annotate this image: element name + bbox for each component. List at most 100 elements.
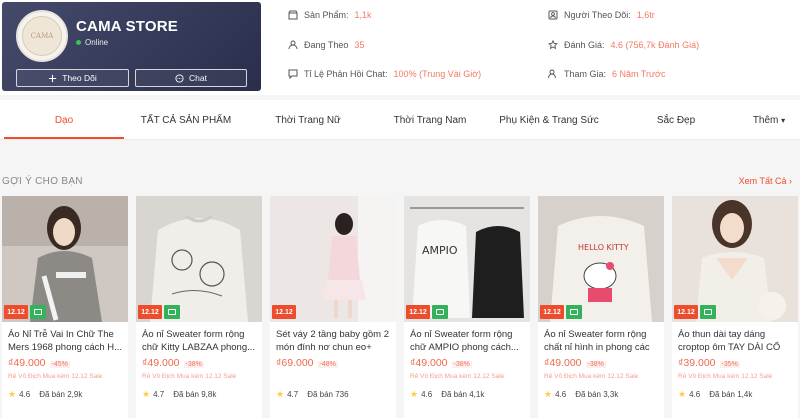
online-status-label: Online [85, 38, 109, 47]
product-rating: 4.6 [555, 390, 567, 399]
mall-badge-icon [566, 305, 582, 319]
product-meta: ★ 4.7 Đã bán 9,8k [142, 389, 216, 400]
product-rating: 4.6 [19, 390, 31, 399]
sale-1212-badge: 12.12 [4, 305, 28, 319]
product-name: Áo nỉ Sweater form rộng chất nỉ hình in … [544, 329, 650, 353]
chat-button-label: Chat [189, 73, 207, 83]
user-icon [288, 40, 298, 50]
svg-text:HELLO KITTY: HELLO KITTY [578, 243, 629, 252]
tab-more[interactable]: Thêm ▾ [740, 100, 798, 140]
see-all-link[interactable]: Xem Tất Cả › [739, 176, 792, 186]
tab-mens-fashion[interactable]: Thời Trang Nam [370, 100, 490, 140]
shop-avatar[interactable]: CAMA [16, 10, 68, 62]
product-tags: Rẻ Vô Địch Mua kèm 12.12 Sale [142, 373, 237, 380]
star-icon: ★ [544, 389, 553, 399]
stat-response: Tỉ Lệ Phản Hồi Chat: 100% (Trung Vài Giờ… [288, 69, 481, 79]
svg-text:AMPIO: AMPIO [422, 244, 458, 257]
sale-1212-badge: 12.12 [406, 305, 430, 319]
tab-beauty[interactable]: Sắc Đẹp [616, 100, 736, 140]
product-tags: Rẻ Vô Địch Mua kèm 12.12 Sale [678, 373, 773, 380]
stat-followers-label: Người Theo Dõi: [564, 10, 631, 20]
stat-rating-label: Đánh Giá: [564, 40, 605, 50]
followers-icon [548, 10, 558, 20]
tab-all-products[interactable]: TẤT CẢ SẢN PHẨM [126, 100, 246, 140]
online-dot-icon [76, 40, 81, 45]
sale-1212-badge: 12.12 [272, 305, 296, 319]
product-name: Áo thun dài tay dáng croptop ôm TAY DÀI … [678, 329, 781, 353]
product-price: ₫49.000 [544, 357, 582, 369]
product-sold: Đã bán 3,3k [575, 390, 619, 399]
product-price: ₫49.000 [8, 357, 46, 369]
chat-button[interactable]: Chat [135, 69, 247, 87]
stat-products: Sản Phẩm: 1,1k [288, 10, 372, 20]
store-icon [288, 10, 298, 20]
product-image: HELLO KITTY [538, 196, 664, 322]
plus-icon [49, 74, 57, 82]
product-tags: Rẻ Vô Địch Mua kèm 12.12 Sale [8, 373, 103, 380]
star-icon: ★ [410, 389, 419, 399]
tab-dao[interactable]: Dạo [4, 100, 124, 140]
star-icon: ★ [276, 389, 285, 399]
shop-name: CAMA STORE [76, 18, 179, 35]
product-price: ₫49.000 [142, 357, 180, 369]
product-price: ₫69.000 [276, 357, 314, 369]
star-icon: ★ [678, 389, 687, 399]
product-price: ₫49.000 [410, 357, 448, 369]
star-icon: ★ [8, 389, 17, 399]
stat-rating: Đánh Giá: 4.6 (756,7k Đánh Giá) [548, 40, 699, 50]
product-rating: 4.7 [153, 390, 165, 399]
product-meta: ★ 4.7 Đã bán 736 [276, 389, 349, 400]
active-tab-indicator [4, 137, 124, 139]
product-card[interactable]: AMPIO 12.12 Áo nỉ Sweater form rộng chữ … [404, 196, 530, 418]
product-rating: 4.7 [287, 390, 299, 399]
product-discount: -38% [585, 361, 606, 368]
product-image: AMPIO [404, 196, 530, 322]
stat-joined: Tham Gia: 6 Năm Trước [548, 69, 665, 79]
section-title: GỢI Ý CHO BẠN [2, 176, 83, 187]
product-card[interactable]: 12.12 Áo Nỉ Trễ Vai In Chữ The Mers 1968… [2, 196, 128, 418]
product-card[interactable]: 12.12 Sét váy 2 tầng baby gồm 2 món đính… [270, 196, 396, 418]
chevron-down-icon: ▾ [781, 116, 786, 125]
product-tags: Rẻ Vô Địch Mua kèm 12.12 Sale [544, 373, 639, 380]
chat-bubble-icon [288, 69, 298, 79]
product-sold: Đã bán 9,8k [173, 390, 217, 399]
mall-badge-icon [432, 305, 448, 319]
product-rating: 4.6 [689, 390, 701, 399]
star-outline-icon [548, 40, 558, 50]
tab-accessories[interactable]: Phụ Kiện & Trang Sức [490, 100, 608, 140]
product-card[interactable]: 12.12 Áo nỉ Sweater form rộng chữ Kitty … [136, 196, 262, 418]
product-name: Áo Nỉ Trễ Vai In Chữ The Mers 1968 phong… [8, 329, 123, 353]
stat-products-value: 1,1k [354, 10, 372, 20]
sale-1212-badge: 12.12 [138, 305, 162, 319]
shop-tabs: Dạo TẤT CẢ SẢN PHẨM Thời Trang Nữ Thời T… [0, 100, 800, 140]
product-price-row: ₫39.000 -35% [678, 357, 740, 369]
stat-joined-value: 6 Năm Trước [612, 69, 666, 79]
shop-logo: CAMA [22, 16, 62, 56]
shop-header: CAMA CAMA STORE Online Theo Dõi Chat Sản… [0, 0, 800, 95]
stat-followers-value: 1,6tr [636, 10, 655, 20]
follow-button-label: Theo Dõi [62, 73, 97, 83]
product-card[interactable]: HELLO KITTY 12.12 Áo nỉ Sweater form rộn… [538, 196, 664, 418]
stat-following-value: 35 [354, 40, 365, 50]
mall-badge-icon [700, 305, 716, 319]
tab-womens-fashion[interactable]: Thời Trang Nữ [248, 100, 368, 140]
product-price-row: ₫49.000 -38% [544, 357, 606, 369]
product-card[interactable]: 12.12 Áo thun dài tay dáng croptop ôm TA… [672, 196, 798, 418]
product-rating: 4.6 [421, 390, 433, 399]
product-image [672, 196, 798, 322]
stat-following-label: Đang Theo [304, 40, 349, 50]
product-price-row: ₫49.000 -38% [410, 357, 472, 369]
stat-response-value: 100% (Trung Vài Giờ) [393, 69, 482, 79]
shop-card: CAMA CAMA STORE Online Theo Dõi Chat [2, 2, 261, 91]
product-name: Sét váy 2 tầng baby gồm 2 món đính nơ ch… [276, 329, 390, 353]
product-discount: -38% [183, 361, 204, 368]
product-discount: -38% [451, 361, 472, 368]
product-meta: ★ 4.6 Đã bán 1,4k [678, 389, 752, 400]
sale-1212-badge: 12.12 [540, 305, 564, 319]
product-price-row: ₫69.000 -48% [276, 357, 338, 369]
stat-response-label: Tỉ Lệ Phản Hồi Chat: [304, 69, 388, 79]
stat-followers: Người Theo Dõi: 1,6tr [548, 10, 655, 20]
follow-button[interactable]: Theo Dõi [16, 69, 129, 87]
chevron-right-icon: › [789, 176, 792, 186]
sale-1212-badge: 12.12 [674, 305, 698, 319]
